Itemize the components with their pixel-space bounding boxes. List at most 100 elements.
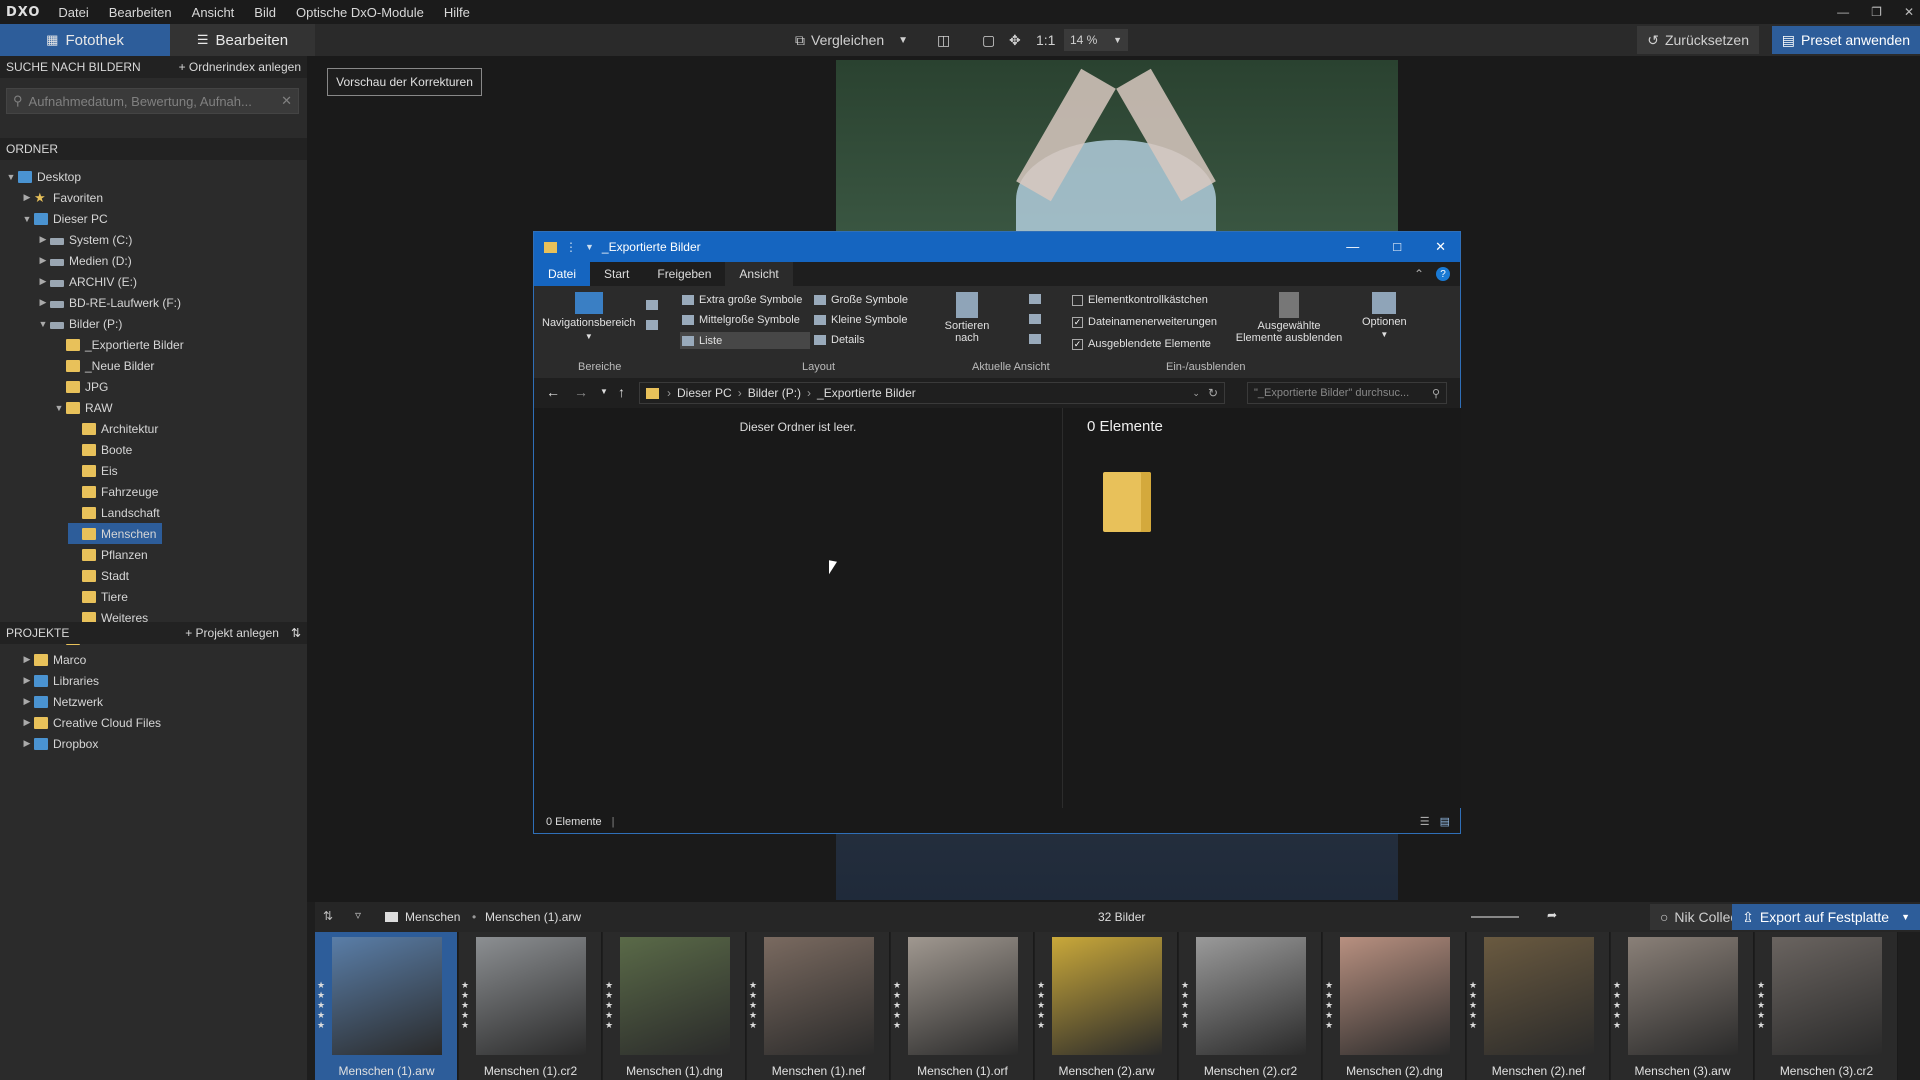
tree-item-raw[interactable]: ▼ RAW: [52, 397, 113, 418]
rating-stars[interactable]: ★ ★ ★ ★ ★: [1757, 980, 1767, 1030]
expanded-icon[interactable]: ▼: [52, 403, 66, 413]
preview-pane-button[interactable]: [646, 300, 658, 310]
menu-bearbeiten[interactable]: Bearbeiten: [99, 5, 182, 20]
layout-large[interactable]: Große Symbole: [814, 294, 908, 306]
thumbnail[interactable]: ★ ★ ★ ★ ★ Menschen (2).nef: [1467, 932, 1610, 1080]
collapsed-icon[interactable]: ▶: [20, 675, 34, 686]
rating-stars[interactable]: ★ ★ ★ ★ ★: [1613, 980, 1623, 1030]
tree-item-desktop[interactable]: ▼ Desktop: [4, 166, 82, 187]
maximize-icon[interactable]: □: [1393, 239, 1401, 255]
recent-icon[interactable]: ▼: [600, 387, 608, 396]
rating-stars[interactable]: ★ ★ ★ ★ ★: [893, 980, 903, 1030]
tree-item-eis[interactable]: Eis: [68, 460, 118, 481]
sort-icon[interactable]: ⇅: [291, 626, 301, 640]
up-icon[interactable]: ↑: [618, 384, 625, 400]
tree-item-jpg[interactable]: JPG: [52, 376, 108, 397]
thumbnail[interactable]: ★ ★ ★ ★ ★ Menschen (2).arw: [1035, 932, 1178, 1080]
layout-list[interactable]: Liste: [680, 332, 810, 349]
filter-icon[interactable]: ▿: [355, 908, 361, 922]
thumbnail[interactable]: ★ ★ ★ ★ ★ Menschen (1).nef: [747, 932, 890, 1080]
rating-stars[interactable]: ★ ★ ★ ★ ★: [749, 980, 759, 1030]
thumbnail[interactable]: ★ ★ ★ ★ ★ Menschen (2).dng: [1323, 932, 1466, 1080]
split-view-button[interactable]: ◫: [937, 28, 950, 52]
tab-fotothek[interactable]: ▦ Fotothek: [0, 24, 170, 56]
tree-item-stadt[interactable]: Stadt: [68, 565, 129, 586]
tree-item-libraries[interactable]: ▶ Libraries: [20, 670, 100, 691]
collapsed-icon[interactable]: ▶: [20, 696, 34, 707]
collapsed-icon[interactable]: ▶: [20, 654, 34, 665]
tree-item-exportierte-bilder[interactable]: _Exportierte Bilder: [52, 334, 184, 355]
thumbnail[interactable]: ★ ★ ★ ★ ★ Menschen (1).cr2: [459, 932, 602, 1080]
tree-item-creative-cloud-files[interactable]: ▶ Creative Cloud Files: [20, 712, 162, 733]
path-segment-pc[interactable]: Dieser PC: [677, 386, 732, 400]
size-columns-button[interactable]: [1029, 334, 1041, 344]
tree-item-netzwerk[interactable]: ▶ Netzwerk: [20, 691, 103, 712]
collapsed-icon[interactable]: ▶: [36, 276, 50, 287]
menu-ansicht[interactable]: Ansicht: [182, 5, 245, 20]
rating-stars[interactable]: ★ ★ ★ ★ ★: [1469, 980, 1479, 1030]
collapsed-icon[interactable]: ▶: [20, 717, 34, 728]
image-search-input[interactable]: ⚲ Aufnahmedatum, Bewertung, Aufnah... ✕: [6, 88, 299, 114]
minimize-icon[interactable]: —: [1837, 5, 1849, 19]
compare-button[interactable]: ⧉ Vergleichen ▼: [795, 28, 908, 52]
restore-icon[interactable]: ❐: [1871, 5, 1882, 19]
collapsed-icon[interactable]: ▶: [20, 738, 34, 749]
path-segment-bilder[interactable]: Bilder (P:): [748, 386, 801, 400]
hidden-items-toggle[interactable]: ✓ Ausgeblendete Elemente: [1072, 338, 1211, 350]
dropdown-icon[interactable]: ▼: [585, 242, 594, 252]
thumbnail[interactable]: ★ ★ ★ ★ ★ Menschen (1).arw: [315, 932, 458, 1080]
expanded-icon[interactable]: ▼: [4, 172, 18, 182]
tab-datei[interactable]: Datei: [534, 262, 591, 286]
refresh-icon[interactable]: ↻: [1208, 386, 1218, 400]
breadcrumb-folder[interactable]: Menschen: [405, 910, 460, 924]
details-pane-button[interactable]: [646, 320, 658, 330]
add-index-button[interactable]: + Ordnerindex anlegen: [179, 60, 301, 74]
sort-by-button[interactable]: Sortieren nach: [942, 292, 992, 344]
menu-optische-module[interactable]: Optische DxO-Module: [286, 5, 434, 20]
tree-item-system-c[interactable]: ▶ System (C:): [36, 229, 133, 250]
rating-stars[interactable]: ★ ★ ★ ★ ★: [1037, 980, 1047, 1030]
back-icon[interactable]: ←: [546, 384, 560, 400]
tab-start[interactable]: Start: [590, 262, 643, 286]
close-icon[interactable]: ✕: [1904, 5, 1914, 19]
item-checkboxes-toggle[interactable]: Elementkontrollkästchen: [1072, 294, 1208, 306]
thumbnail-size-slider[interactable]: [1471, 916, 1519, 918]
thumbnail[interactable]: ★ ★ ★ ★ ★ Menschen (3).cr2: [1755, 932, 1898, 1080]
tree-item-bd-re-laufwerk-f[interactable]: ▶ BD-RE-Laufwerk (F:): [36, 292, 181, 313]
collapsed-icon[interactable]: ▶: [20, 192, 34, 203]
export-button[interactable]: ⇫ Export auf Festplatte ▼: [1732, 904, 1920, 930]
collapsed-icon[interactable]: ▶: [36, 234, 50, 245]
tree-item-bilder-p[interactable]: ▼ Bilder (P:): [36, 313, 123, 334]
zoom-select[interactable]: 14 % ▼: [1064, 29, 1128, 51]
group-by-button[interactable]: [1029, 294, 1041, 304]
tree-item-medien-d[interactable]: ▶ Medien (D:): [36, 250, 132, 271]
path-segment-folder[interactable]: _Exportierte Bilder: [817, 386, 916, 400]
menu-hilfe[interactable]: Hilfe: [434, 5, 480, 20]
file-extensions-toggle[interactable]: ✓ Dateinamenerweiterungen: [1072, 316, 1217, 328]
hide-selected-button[interactable]: Ausgewählte Elemente ausblenden: [1234, 292, 1344, 344]
tree-item-neue-bilder[interactable]: _Neue Bilder: [52, 355, 154, 376]
layout-small[interactable]: Kleine Symbole: [814, 314, 907, 326]
tree-item-marco[interactable]: ▶ Marco: [20, 649, 87, 670]
chevron-down-icon[interactable]: ⌄: [1192, 388, 1200, 399]
tree-item-tiere[interactable]: Tiere: [68, 586, 128, 607]
one-to-one-button[interactable]: 1:1: [1036, 28, 1055, 52]
menu-bild[interactable]: Bild: [244, 5, 286, 20]
rating-stars[interactable]: ★ ★ ★ ★ ★: [605, 980, 615, 1030]
share-icon[interactable]: ➦: [1547, 908, 1557, 922]
tab-ansicht[interactable]: Ansicht: [725, 262, 793, 286]
rating-stars[interactable]: ★ ★ ★ ★ ★: [317, 980, 327, 1030]
tree-item-archiv-e[interactable]: ▶ ARCHIV (E:): [36, 271, 137, 292]
tree-item-architektur[interactable]: Architektur: [68, 418, 158, 439]
rating-stars[interactable]: ★ ★ ★ ★ ★: [1181, 980, 1191, 1030]
add-project-button[interactable]: + Projekt anlegen: [185, 626, 279, 640]
apply-preset-button[interactable]: ▤ Preset anwenden: [1771, 26, 1920, 54]
rating-stars[interactable]: ★ ★ ★ ★ ★: [461, 980, 471, 1030]
expanded-icon[interactable]: ▼: [36, 319, 50, 329]
thumbnail[interactable]: ★ ★ ★ ★ ★ Menschen (2).cr2: [1179, 932, 1322, 1080]
sort-icon[interactable]: ⇅: [323, 909, 333, 923]
navigation-pane-button[interactable]: Navigationsbereich ▼: [542, 292, 636, 341]
tree-item-dropbox[interactable]: ▶ Dropbox: [20, 733, 99, 754]
collapse-ribbon-icon[interactable]: ⌃: [1414, 267, 1424, 281]
tab-bearbeiten[interactable]: ☰ Bearbeiten: [170, 24, 315, 56]
